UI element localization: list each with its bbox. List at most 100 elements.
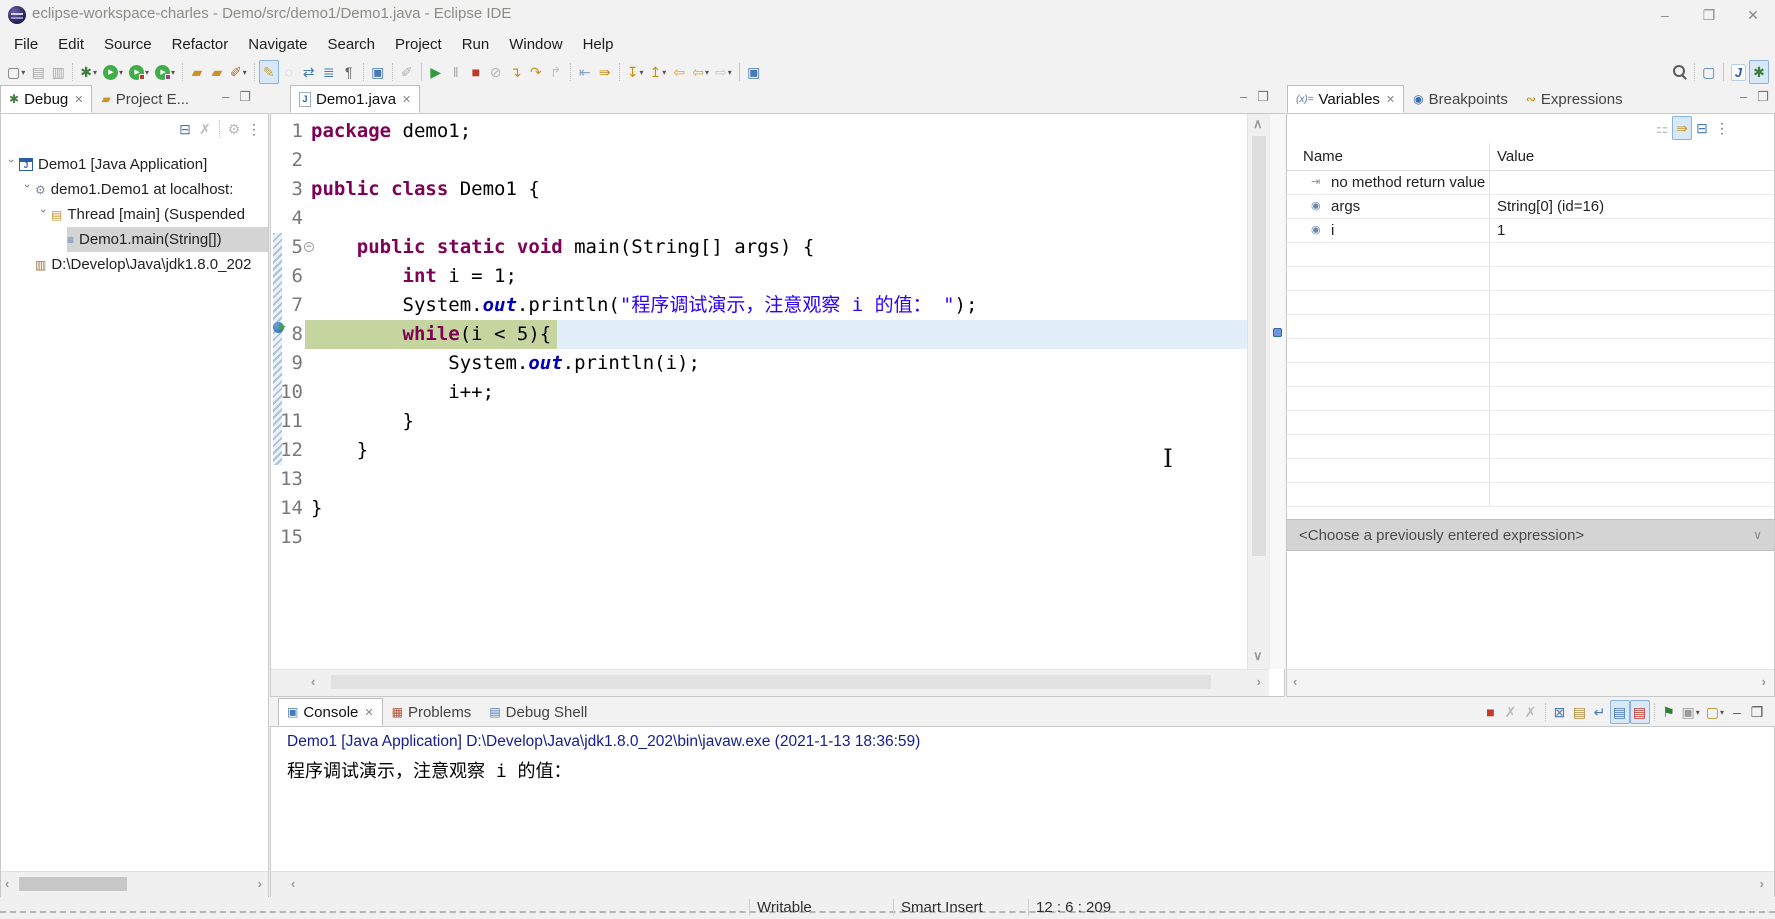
collapse-all-button[interactable]: ⊟ <box>1692 116 1712 140</box>
current-line-marker[interactable] <box>1273 328 1282 337</box>
scroll-lock-button[interactable]: ▤ <box>1570 700 1590 724</box>
menu-window[interactable]: Window <box>499 36 572 53</box>
debug-launch-tree[interactable]: ›JDemo1 [Java Application]›⚙demo1.Demo1 … <box>1 152 268 277</box>
variable-row-i[interactable]: ◉i1 <box>1287 219 1774 243</box>
coverage-button[interactable]: ▶▾ <box>126 60 152 84</box>
suspend-button[interactable]: ‖ <box>446 60 466 84</box>
scroll-right-icon[interactable]: › <box>258 876 262 891</box>
empty-row[interactable] <box>1287 267 1774 291</box>
show-annotations-button[interactable]: ◌ <box>279 60 299 84</box>
scroll-right-icon[interactable]: › <box>1762 674 1766 689</box>
show-type-names-button[interactable]: ⚏ <box>1652 116 1672 140</box>
scrollbar-thumb[interactable] <box>331 675 1211 689</box>
maximize-button[interactable]: ❐ <box>1747 700 1767 724</box>
twisty-icon[interactable]: › <box>37 209 49 221</box>
toggle-mark-occurrences-button[interactable]: ✎ <box>259 60 279 84</box>
console-horizontal-scrollbar[interactable]: ‹ › <box>271 871 1774 897</box>
pin-console-button[interactable]: ⚑ <box>1659 700 1679 724</box>
scrollbar-thumb[interactable] <box>1252 136 1266 556</box>
step-into-button[interactable]: ↴ <box>506 60 526 84</box>
disconnect-button[interactable]: ⊘ <box>486 60 506 84</box>
java-perspective-button[interactable]: J <box>1728 60 1749 84</box>
scroll-left-icon[interactable]: ‹ <box>5 876 9 891</box>
open-search-button[interactable]: ✐ <box>397 60 417 84</box>
show-on-stdout-button[interactable]: ▤ <box>1610 700 1630 724</box>
empty-row[interactable] <box>1287 315 1774 339</box>
step-over-button[interactable]: ↷ <box>526 60 546 84</box>
tree-item-3[interactable]: ≡Demo1.main(String[]) <box>1 227 268 252</box>
scroll-up-icon[interactable]: ∧ <box>1253 116 1263 132</box>
open-perspective-button[interactable]: ▢ <box>1699 60 1719 84</box>
menu-project[interactable]: Project <box>385 36 452 53</box>
tab-breakpoints[interactable]: ◉ Breakpoints <box>1404 85 1517 113</box>
close-icon[interactable]: ✕ <box>1386 93 1395 106</box>
report-list-button[interactable]: ≣ <box>319 60 339 84</box>
empty-row[interactable] <box>1287 339 1774 363</box>
maximize-icon[interactable]: ❐ <box>1757 89 1769 105</box>
empty-row[interactable] <box>1287 363 1774 387</box>
open-type-button[interactable]: ▰ <box>187 60 207 84</box>
minimize-icon[interactable]: – <box>1240 89 1247 105</box>
terminate-button[interactable]: ■ <box>466 60 486 84</box>
menu-file[interactable]: File <box>4 36 48 53</box>
overview-ruler[interactable] <box>1269 114 1285 669</box>
debug-horizontal-scrollbar[interactable]: ‹ › <box>1 871 268 897</box>
tab-expressions[interactable]: ∾ Expressions <box>1517 85 1632 113</box>
close-icon[interactable]: ✕ <box>402 93 411 106</box>
annotate-button[interactable]: ✐▾ <box>227 60 250 84</box>
close-icon[interactable]: ✕ <box>1731 0 1775 30</box>
menu-edit[interactable]: Edit <box>48 36 94 53</box>
tab-project-explorer[interactable]: ▰ Project E... <box>92 85 198 113</box>
scroll-right-icon[interactable]: › <box>1257 674 1261 689</box>
tab-variables[interactable]: (x)= Variables ✕ <box>1287 85 1404 113</box>
show-logical-structure-button[interactable]: ⇛ <box>1672 116 1692 140</box>
word-wrap-button[interactable]: ↵ <box>1590 700 1610 724</box>
empty-row[interactable] <box>1287 483 1774 507</box>
column-name[interactable]: Name <box>1303 148 1343 165</box>
menu-search[interactable]: Search <box>317 36 385 53</box>
tree-item-0[interactable]: ›JDemo1 [Java Application] <box>1 152 268 177</box>
next-annotation-button[interactable]: ↧▾ <box>624 60 647 84</box>
tree-item-4[interactable]: ▥D:\Develop\Java\jdk1.8.0_202 <box>1 252 268 277</box>
save-all-button[interactable]: ▥ <box>48 60 68 84</box>
drop-to-frame-button[interactable]: ⇤ <box>575 60 595 84</box>
step-return-button[interactable]: ↱ <box>546 60 566 84</box>
code-lines[interactable]: 1package demo1;23public class Demo1 {45−… <box>271 117 1247 552</box>
forward-button[interactable]: ⇨▾ <box>712 60 735 84</box>
run-button[interactable]: ▶▾ <box>100 60 126 84</box>
tab-problems[interactable]: ▦ Problems <box>383 698 481 726</box>
maximize-icon[interactable]: ❐ <box>1687 0 1731 30</box>
pin-editor-button[interactable]: ▣ <box>744 60 764 84</box>
variables-table[interactable]: ⇥no method return value◉argsString[0] (i… <box>1287 171 1774 507</box>
connect-button[interactable]: ⊟ <box>175 117 195 141</box>
empty-row[interactable] <box>1287 411 1774 435</box>
scroll-left-icon[interactable]: ‹ <box>311 674 315 689</box>
debug-view-options-button[interactable]: ⚙ <box>224 117 244 141</box>
open-resource-button[interactable]: ▰ <box>207 60 227 84</box>
debug-perspective-button[interactable]: ✱ <box>1749 60 1769 84</box>
variable-row-no[interactable]: ⇥no method return value <box>1287 171 1774 195</box>
expression-combo[interactable]: <Choose a previously entered expression>… <box>1287 519 1774 551</box>
show-on-stderr-button[interactable]: ▤ <box>1630 700 1650 724</box>
clear-console-button[interactable]: ⊠ <box>1550 700 1570 724</box>
menu-help[interactable]: Help <box>573 36 624 53</box>
twisty-icon[interactable]: › <box>21 184 33 196</box>
new-wizard-button[interactable]: ▢▾ <box>4 60 28 84</box>
back-button[interactable]: ⇦▾ <box>689 60 712 84</box>
variable-row-args[interactable]: ◉argsString[0] (id=16) <box>1287 195 1774 219</box>
close-icon[interactable]: ✕ <box>74 93 83 106</box>
editor-vertical-scrollbar[interactable]: ∧ ∨ <box>1247 114 1269 669</box>
link-with-editor-button[interactable]: ⇄ <box>299 60 319 84</box>
tree-item-1[interactable]: ›⚙demo1.Demo1 at localhost: <box>1 177 268 202</box>
tab-debug-shell[interactable]: ▤ Debug Shell <box>480 698 596 726</box>
tab-debug[interactable]: ✱ Debug ✕ <box>0 85 92 113</box>
menu-source[interactable]: Source <box>94 36 162 53</box>
resume-button[interactable]: ▶ <box>426 60 446 84</box>
minimize-icon[interactable]: – <box>222 89 229 105</box>
debug-button[interactable]: ✱▾ <box>77 60 100 84</box>
scroll-left-icon[interactable]: ‹ <box>291 876 295 891</box>
remove-all-terminated-button[interactable]: ✗ <box>195 117 215 141</box>
last-edit-location-button[interactable]: ⇦ <box>669 60 689 84</box>
code-editor[interactable]: ▶ 1package demo1;23public class Demo1 {4… <box>270 113 1285 697</box>
scroll-right-icon[interactable]: › <box>1760 876 1764 891</box>
